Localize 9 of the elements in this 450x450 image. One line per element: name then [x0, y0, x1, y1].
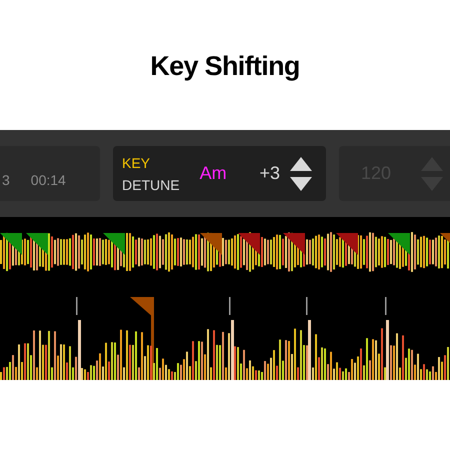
beat-count: 3	[2, 171, 10, 190]
down-arrow-icon[interactable]	[290, 176, 312, 190]
key-shift-value: +3	[259, 162, 280, 185]
key-label: KEY	[122, 154, 152, 172]
key-value: Am	[200, 162, 227, 185]
detune-label: DETUNE	[122, 176, 180, 194]
up-arrow-icon[interactable]	[290, 156, 312, 170]
heading: Key Shifting	[150, 50, 300, 83]
elapsed-time: 00:14	[30, 171, 66, 190]
